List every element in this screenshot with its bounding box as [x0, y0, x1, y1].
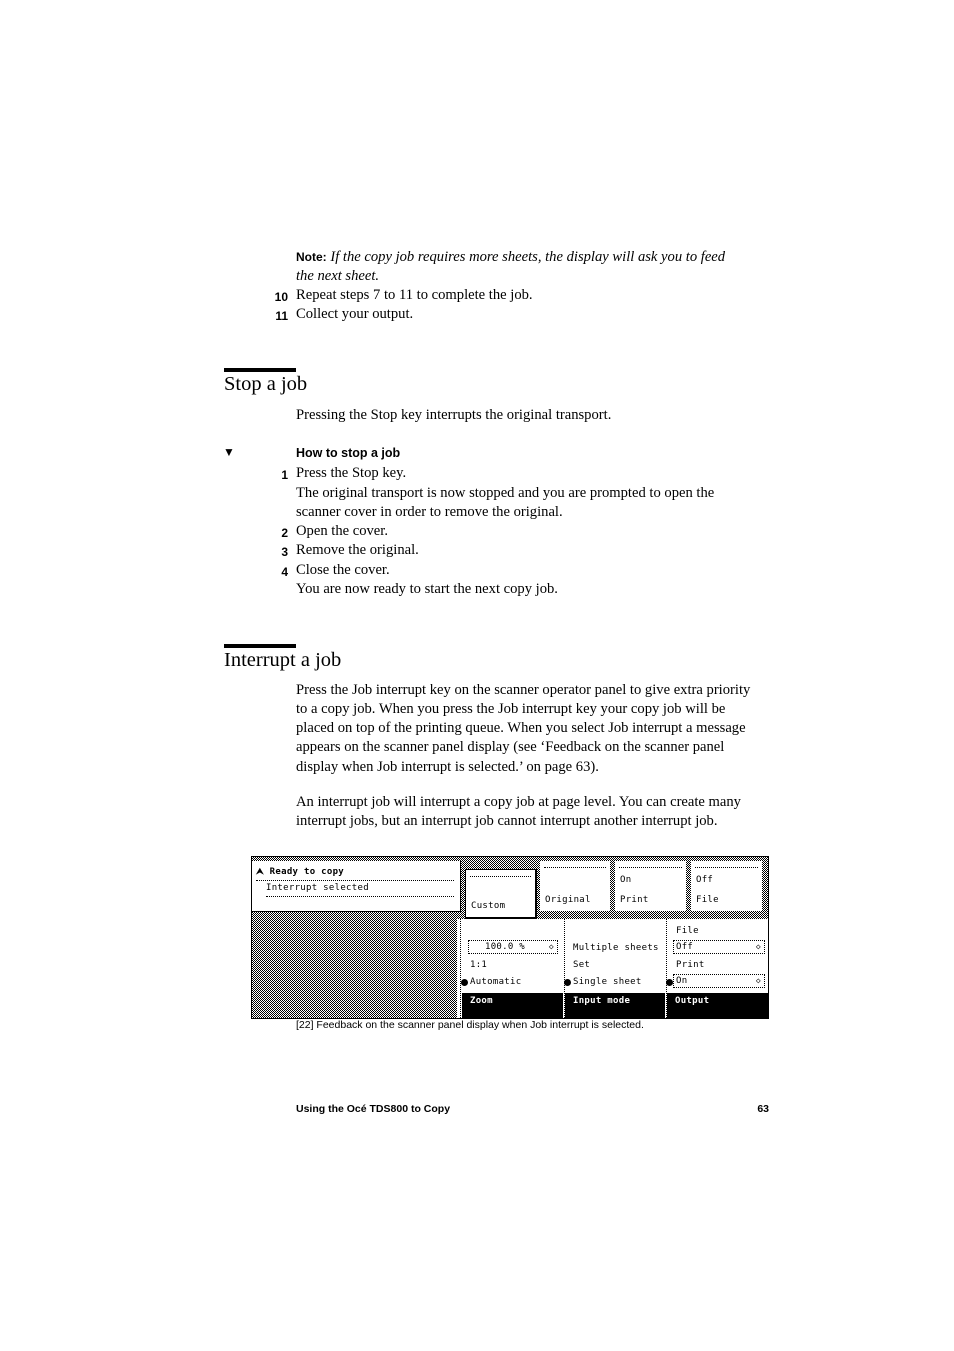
selected-bullet-icon	[666, 979, 673, 986]
section-intro: Pressing the Stop key interrupts the ori…	[296, 407, 612, 423]
output-print-field[interactable]: On ◇	[673, 974, 765, 988]
output-file-label: File	[676, 926, 699, 936]
note-text: If the copy job requires more sheets, th…	[330, 249, 726, 265]
original-button[interactable]: Original	[540, 861, 610, 911]
spin-icon: ◇	[548, 942, 554, 951]
paragraph-line: placed on top of the printing queue. Whe…	[296, 720, 746, 736]
section-rule	[224, 644, 296, 648]
paragraph-line: interrupt jobs, but an interrupt job can…	[296, 813, 718, 829]
output-print-label: Print	[676, 960, 705, 970]
ready-icon: ⮝	[256, 867, 264, 877]
procedure-marker-icon: ▼	[223, 445, 235, 459]
scanner-panel-display: ⮝ Ready to copy Interrupt selected Custo…	[251, 856, 769, 1019]
status-title-row: ⮝ Ready to copy	[256, 867, 454, 881]
paragraph-line: An interrupt job will interrupt a copy j…	[296, 794, 741, 810]
spin-icon: ◇	[755, 942, 761, 951]
note-text-line2: the next sheet.	[296, 268, 380, 284]
output-tab[interactable]: Output	[667, 993, 768, 1018]
zoom-ratio-option[interactable]: 1:1	[470, 960, 487, 970]
spin-icon: ◇	[755, 976, 761, 985]
selected-bullet-icon	[461, 979, 468, 986]
zoom-value-field[interactable]: 100.0 % ◇	[468, 940, 558, 954]
step-text: Repeat steps 7 to 11 to complete the job…	[296, 287, 533, 303]
page-number: 63	[757, 1103, 769, 1115]
paragraph-line: Press the Job interrupt key on the scann…	[296, 682, 751, 698]
print-button[interactable]: On Print	[615, 861, 686, 911]
step-number: 1	[281, 468, 288, 482]
step-number: 11	[275, 309, 288, 323]
step-number: 2	[281, 526, 288, 540]
input-mode-tab[interactable]: Input mode	[565, 993, 665, 1018]
step-detail: The original transport is now stopped an…	[296, 485, 715, 501]
section-title-interrupt: Interrupt a job	[224, 649, 342, 671]
step-text: Open the cover.	[296, 523, 388, 539]
status-area: ⮝ Ready to copy Interrupt selected	[252, 861, 461, 912]
zoom-automatic-option[interactable]: Automatic	[470, 977, 521, 987]
section-title-stop: Stop a job	[224, 373, 308, 395]
paragraph-line: to a copy job. When you press the Job in…	[296, 701, 726, 717]
custom-button[interactable]: Custom	[465, 869, 537, 919]
procedure-title: How to stop a job	[296, 446, 401, 460]
selected-bullet-icon	[564, 979, 571, 986]
set-option[interactable]: Set	[573, 960, 590, 970]
figure-caption: [22] Feedback on the scanner panel displ…	[296, 1019, 644, 1031]
status-message: Interrupt selected	[266, 883, 454, 897]
footer-title: Using the Océ TDS800 to Copy	[296, 1103, 451, 1115]
section-rule	[224, 368, 296, 372]
step-detail: scanner cover in order to remove the ori…	[296, 504, 563, 520]
file-button[interactable]: Off File	[691, 861, 762, 911]
single-sheet-option[interactable]: Single sheet	[573, 977, 642, 987]
step-number: 10	[274, 290, 288, 304]
note-block: Note: If the copy job requires more shee…	[296, 248, 776, 267]
note-label: Note:	[296, 250, 327, 264]
status-title: Ready to copy	[269, 867, 345, 877]
step-text: Collect your output.	[296, 306, 414, 322]
step-number: 4	[281, 565, 288, 579]
zoom-tab[interactable]: Zoom	[462, 993, 563, 1018]
multiple-sheets-option[interactable]: Multiple sheets	[573, 943, 659, 953]
step-text: Press the Stop key.	[296, 465, 407, 481]
step-text: Remove the original.	[296, 542, 419, 558]
output-file-field[interactable]: Off ◇	[673, 940, 765, 954]
step-text: Close the cover.	[296, 562, 390, 578]
step-number: 3	[281, 545, 288, 559]
paragraph-line: appears on the scanner panel display (se…	[296, 739, 725, 755]
step-detail: You are now ready to start the next copy…	[296, 581, 558, 597]
paragraph-line: display when Job interrupt is selected.’…	[296, 759, 599, 775]
